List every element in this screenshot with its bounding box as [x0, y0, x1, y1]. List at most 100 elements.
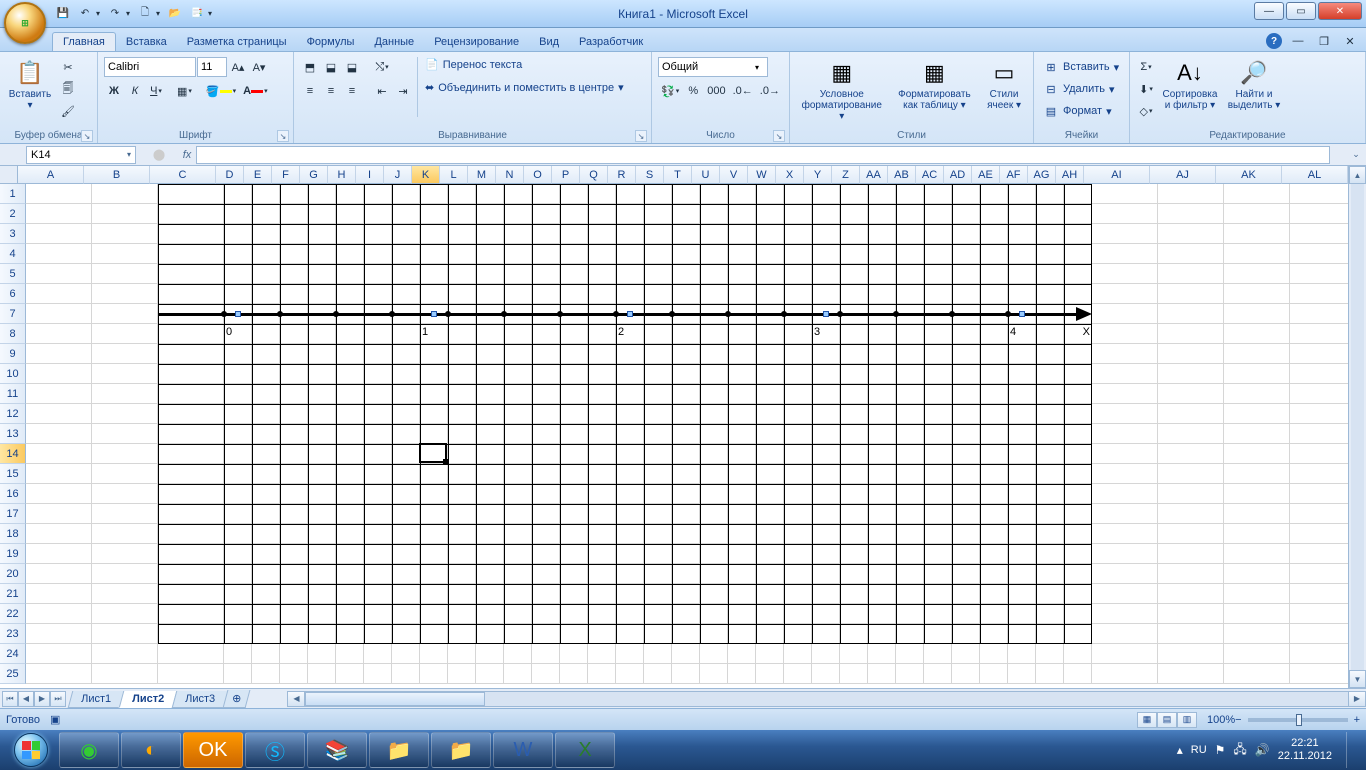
row-header-9[interactable]: 9 [0, 344, 26, 364]
row-header-22[interactable]: 22 [0, 604, 26, 624]
first-sheet-icon[interactable]: ⏮ [2, 691, 18, 707]
taskbar-app-3[interactable]: OK [183, 732, 243, 768]
row-header-6[interactable]: 6 [0, 284, 26, 304]
col-header-O[interactable]: O [524, 166, 552, 184]
orientation-icon[interactable]: ⤭ [372, 57, 392, 77]
new-icon[interactable]: 🗋 [134, 3, 156, 25]
increase-indent-icon[interactable]: ⇥ [393, 81, 413, 101]
vertical-scrollbar[interactable]: ▲ ▼ [1348, 166, 1366, 688]
col-header-A[interactable]: A [18, 166, 84, 184]
scroll-up-icon[interactable]: ▲ [1349, 166, 1366, 184]
clipboard-launcher-icon[interactable]: ↘ [81, 130, 93, 142]
row-header-11[interactable]: 11 [0, 384, 26, 404]
page-layout-view-icon[interactable]: ▤ [1157, 712, 1177, 728]
col-header-T[interactable]: T [664, 166, 692, 184]
col-header-Q[interactable]: Q [580, 166, 608, 184]
tray-expand-icon[interactable]: ▴ [1177, 743, 1183, 757]
format-as-table-button[interactable]: ▦ Форматировать как таблицу ▾ [890, 55, 980, 113]
col-header-J[interactable]: J [384, 166, 412, 184]
sheet-tab-3[interactable]: Лист3 [172, 691, 229, 708]
workbook-restore-icon[interactable]: ❐ [1314, 31, 1334, 51]
font-color-icon[interactable]: A [240, 81, 270, 101]
col-header-AC[interactable]: AC [916, 166, 944, 184]
minimize-button[interactable]: — [1254, 2, 1284, 20]
col-header-K[interactable]: K [412, 166, 440, 184]
col-header-M[interactable]: M [468, 166, 496, 184]
row-header-1[interactable]: 1 [0, 184, 26, 204]
taskbar-excel[interactable]: X [555, 732, 615, 768]
taskbar-app-2[interactable]: ◐ [121, 732, 181, 768]
row-header-4[interactable]: 4 [0, 244, 26, 264]
col-header-I[interactable]: I [356, 166, 384, 184]
increase-font-icon[interactable]: A▴ [228, 57, 248, 77]
macro-record-icon[interactable]: ▣ [50, 713, 60, 726]
col-header-V[interactable]: V [720, 166, 748, 184]
row-header-21[interactable]: 21 [0, 584, 26, 604]
align-center-icon[interactable]: ≡ [321, 81, 341, 101]
col-header-AI[interactable]: AI [1084, 166, 1150, 184]
row-header-24[interactable]: 24 [0, 644, 26, 664]
row-header-13[interactable]: 13 [0, 424, 26, 444]
row-header-19[interactable]: 19 [0, 544, 26, 564]
hscroll-thumb[interactable] [305, 692, 485, 706]
font-launcher-icon[interactable]: ↘ [277, 130, 289, 142]
decrease-font-icon[interactable]: A▾ [249, 57, 269, 77]
row-header-2[interactable]: 2 [0, 204, 26, 224]
sheet-tab-1[interactable]: Лист1 [68, 691, 125, 708]
col-header-G[interactable]: G [300, 166, 328, 184]
row-headers[interactable]: 1234567891011121314151617181920212223242… [0, 184, 26, 688]
save-icon[interactable]: 💾 [52, 3, 74, 25]
col-header-AH[interactable]: AH [1056, 166, 1084, 184]
formula-input[interactable] [196, 146, 1330, 164]
taskbar-explorer-2[interactable]: 📁 [431, 732, 491, 768]
new-sheet-button[interactable]: ⊕ [223, 690, 251, 708]
taskbar-explorer[interactable]: 📁 [369, 732, 429, 768]
conditional-formatting-button[interactable]: ▦ Условное форматирование ▾ [794, 55, 890, 124]
col-header-D[interactable]: D [216, 166, 244, 184]
fill-icon[interactable]: ⬇ [1136, 79, 1156, 99]
autosum-icon[interactable]: Σ [1136, 57, 1156, 77]
next-sheet-icon[interactable]: ▶ [34, 691, 50, 707]
row-header-10[interactable]: 10 [0, 364, 26, 384]
taskbar-winrar[interactable]: 📚 [307, 732, 367, 768]
percent-format-icon[interactable]: % [683, 81, 703, 101]
row-header-16[interactable]: 16 [0, 484, 26, 504]
align-top-icon[interactable]: ⬒ [300, 57, 320, 77]
paste-button[interactable]: 📋 Вставить▾ [4, 55, 56, 113]
scroll-right-icon[interactable]: ▶ [1348, 691, 1366, 707]
open-icon[interactable]: 📂 [164, 3, 186, 25]
taskbar-app-1[interactable]: ◉ [59, 732, 119, 768]
column-headers[interactable]: ABCDEFGHIJKLMNOPQRSTUVWXYZAAABACADAEAFAG… [18, 166, 1348, 184]
number-format-select[interactable] [658, 57, 768, 77]
merge-center-button[interactable]: ⬌Объединить и поместить в центре ▾ [422, 80, 627, 95]
close-button[interactable]: ✕ [1318, 2, 1362, 20]
clear-icon[interactable]: ◇ [1136, 101, 1156, 121]
undo-icon[interactable]: ↶ [74, 3, 96, 25]
scroll-left-icon[interactable]: ◀ [287, 691, 305, 707]
insert-cells-button[interactable]: ⊞Вставить ▾ [1040, 57, 1122, 77]
taskbar-skype[interactable]: Ⓢ [245, 732, 305, 768]
action-center-icon[interactable]: ⚑ [1215, 743, 1226, 757]
row-header-5[interactable]: 5 [0, 264, 26, 284]
row-header-20[interactable]: 20 [0, 564, 26, 584]
show-desktop-button[interactable] [1346, 732, 1356, 768]
accounting-format-icon[interactable]: 💱 [658, 81, 682, 101]
prev-sheet-icon[interactable]: ◀ [18, 691, 34, 707]
zoom-in-icon[interactable]: + [1354, 714, 1360, 726]
tab-page-layout[interactable]: Разметка страницы [177, 33, 297, 51]
decrease-indent-icon[interactable]: ⇤ [372, 81, 392, 101]
copy-icon[interactable]: 🗐 [58, 79, 78, 99]
qat-customize-icon[interactable]: ▾ [208, 9, 216, 18]
align-left-icon[interactable]: ≡ [300, 81, 320, 101]
col-header-F[interactable]: F [272, 166, 300, 184]
tab-review[interactable]: Рецензирование [424, 33, 529, 51]
col-header-B[interactable]: B [84, 166, 150, 184]
cells-grid[interactable]: 01234X [26, 184, 1348, 688]
align-middle-icon[interactable]: ⬓ [321, 57, 341, 77]
scroll-down-icon[interactable]: ▼ [1349, 670, 1366, 688]
language-indicator[interactable]: RU [1191, 744, 1207, 756]
zoom-out-icon[interactable]: − [1235, 714, 1241, 726]
alignment-launcher-icon[interactable]: ↘ [635, 130, 647, 142]
row-header-23[interactable]: 23 [0, 624, 26, 644]
col-header-S[interactable]: S [636, 166, 664, 184]
